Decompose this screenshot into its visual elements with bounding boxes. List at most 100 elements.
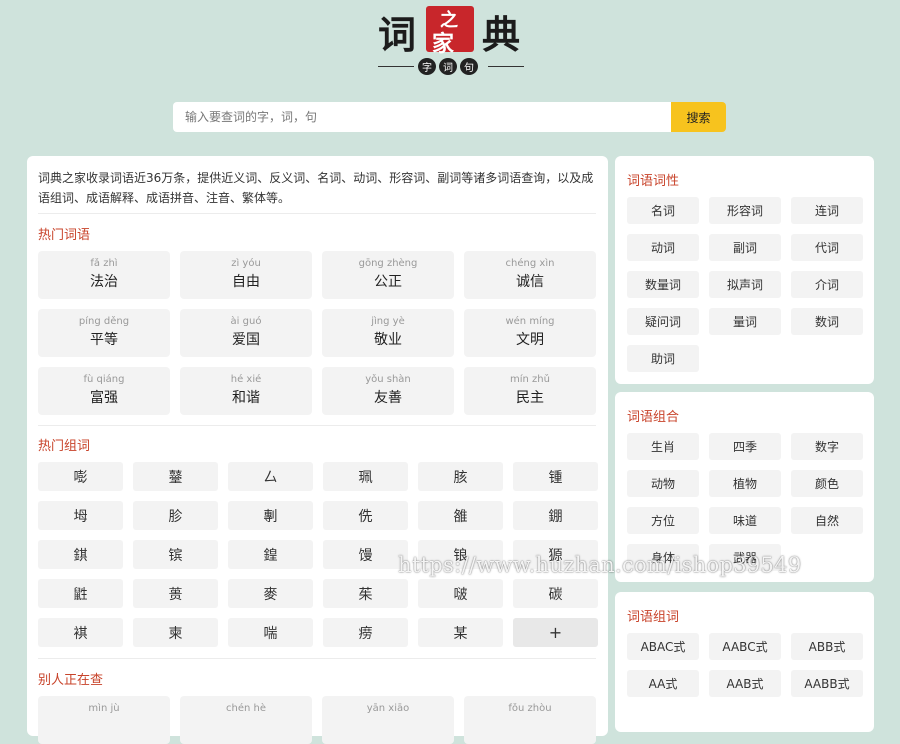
search-button[interactable]: 搜索 — [671, 102, 726, 132]
hot-char-item[interactable]: 侁 — [323, 501, 408, 530]
pattern-item[interactable]: AABC式 — [709, 633, 781, 660]
pos-item[interactable]: 副词 — [709, 234, 781, 261]
pattern-item[interactable]: AAB式 — [709, 670, 781, 697]
word-label: 爱国 — [232, 332, 260, 348]
hot-char-item[interactable]: 胲 — [418, 462, 503, 491]
hot-word-item[interactable]: zì yóu 自由 — [180, 251, 312, 299]
pinyin-label: fǒu zhòu — [508, 703, 552, 714]
combo-item[interactable]: 方位 — [627, 507, 699, 534]
hot-char-item[interactable]: 鼪 — [38, 579, 123, 608]
hot-word-item[interactable]: píng děng 平等 — [38, 309, 170, 357]
hot-word-item[interactable]: fù qiáng 富强 — [38, 367, 170, 415]
pinyin-label: fù qiáng — [83, 374, 125, 385]
word-label: 平等 — [90, 332, 118, 348]
hot-char-item[interactable]: 蒉 — [133, 579, 218, 608]
pos-item[interactable]: 数词 — [791, 308, 863, 335]
pos-item[interactable]: 拟声词 — [709, 271, 781, 298]
pos-item[interactable]: 数量词 — [627, 271, 699, 298]
pos-item[interactable]: 动词 — [627, 234, 699, 261]
hot-char-item[interactable]: 坶 — [38, 501, 123, 530]
combo-item[interactable]: 味道 — [709, 507, 781, 534]
combo-item[interactable]: 动物 — [627, 470, 699, 497]
logo-red-seal: 之 家 — [426, 6, 474, 57]
site-intro: 词典之家收录词语近36万条，提供近义词、反义词、名词、动词、形容词、副词等诸多词… — [38, 171, 594, 205]
hot-char-item[interactable]: 錤 — [38, 540, 123, 569]
logo-subtitle: 字 词 句 — [418, 58, 478, 75]
more-chars-button[interactable]: + — [513, 618, 598, 647]
combo-item[interactable]: 颜色 — [791, 470, 863, 497]
pattern-item[interactable]: AABB式 — [791, 670, 863, 697]
hot-char-item[interactable]: 茱 — [323, 579, 408, 608]
pos-item[interactable]: 疑问词 — [627, 308, 699, 335]
pos-item[interactable]: 助词 — [627, 345, 699, 372]
hot-word-item[interactable]: mín zhǔ 民主 — [464, 367, 596, 415]
divider — [38, 425, 596, 426]
pos-item[interactable]: 形容词 — [709, 197, 781, 224]
hot-char-item[interactable]: 厶 — [228, 462, 313, 491]
pos-item[interactable]: 介词 — [791, 271, 863, 298]
hot-char-item[interactable]: 馒 — [323, 540, 408, 569]
combo-item[interactable]: 植物 — [709, 470, 781, 497]
hot-char-item[interactable]: 雒 — [418, 501, 503, 530]
watermark-text: https://www.huzhan.com/ishop39549 — [398, 553, 802, 577]
hot-word-item[interactable]: gōng zhèng 公正 — [322, 251, 454, 299]
hot-char-item[interactable]: 镔 — [133, 540, 218, 569]
pos-item[interactable]: 量词 — [709, 308, 781, 335]
hot-char-item[interactable]: 褀 — [38, 618, 123, 647]
hot-char-item[interactable]: 嘭 — [38, 462, 123, 491]
hot-char-item[interactable]: 碳 — [513, 579, 598, 608]
site-logo[interactable]: 词 之 家 典 字 词 句 — [370, 4, 530, 78]
recent-word-item[interactable]: chén hè — [180, 696, 312, 744]
hot-char-item[interactable]: 柬 — [133, 618, 218, 647]
hot-word-item[interactable]: chéng xìn 诚信 — [464, 251, 596, 299]
hot-char-item[interactable]: 啵 — [418, 579, 503, 608]
logo-char-jia: 家 — [432, 32, 455, 57]
pos-item[interactable]: 名词 — [627, 197, 699, 224]
search-bar: 搜索 — [173, 102, 726, 132]
hot-word-item[interactable]: jìng yè 敬业 — [322, 309, 454, 357]
pos-item[interactable]: 连词 — [791, 197, 863, 224]
hot-char-item[interactable]: 鍠 — [228, 540, 313, 569]
combo-title: 词语组合 — [627, 410, 680, 425]
search-input[interactable] — [173, 102, 671, 132]
recent-word-item[interactable]: mìn jù — [38, 696, 170, 744]
pattern-panel: 词语组词 ABAC式 AABC式 ABB式 AA式 AAB式 AABB式 — [615, 592, 874, 732]
hot-word-item[interactable]: fǎ zhì 法治 — [38, 251, 170, 299]
word-label: 敬业 — [374, 332, 402, 348]
logo-char-dian: 典 — [482, 12, 521, 57]
hot-word-item[interactable]: hé xié 和谐 — [180, 367, 312, 415]
hot-char-item[interactable]: 痨 — [323, 618, 408, 647]
pinyin-label: chén hè — [226, 703, 266, 714]
pinyin-label: hé xié — [230, 374, 262, 385]
hot-char-item[interactable]: 某 — [418, 618, 503, 647]
word-label: 和谐 — [232, 390, 260, 406]
hot-char-item[interactable]: 鼞 — [133, 462, 218, 491]
pos-item[interactable]: 代词 — [791, 234, 863, 261]
pinyin-label: mìn jù — [88, 703, 120, 714]
hot-char-item[interactable]: 喘 — [228, 618, 313, 647]
pattern-item[interactable]: AA式 — [627, 670, 699, 697]
hot-word-item[interactable]: yǒu shàn 友善 — [322, 367, 454, 415]
pattern-item[interactable]: ABB式 — [791, 633, 863, 660]
recent-word-item[interactable]: fǒu zhòu — [464, 696, 596, 744]
hot-word-item[interactable]: ài guó 爱国 — [180, 309, 312, 357]
pos-title: 词语词性 — [627, 174, 680, 189]
hot-char-item[interactable]: 胗 — [133, 501, 218, 530]
hot-char-item[interactable]: 錋 — [513, 501, 598, 530]
hot-char-item[interactable]: 锺 — [513, 462, 598, 491]
word-label: 公正 — [374, 274, 402, 290]
combo-item[interactable]: 自然 — [791, 507, 863, 534]
pinyin-label: píng děng — [78, 316, 130, 327]
hot-word-item[interactable]: wén míng 文明 — [464, 309, 596, 357]
hot-char-item[interactable]: 剸 — [228, 501, 313, 530]
combo-item[interactable]: 生肖 — [627, 433, 699, 460]
pattern-title: 词语组词 — [627, 610, 680, 625]
hot-char-item[interactable]: 麥 — [228, 579, 313, 608]
word-label: 民主 — [516, 390, 544, 406]
combo-item[interactable]: 数字 — [791, 433, 863, 460]
recent-word-item[interactable]: yān xiāo — [322, 696, 454, 744]
combo-item[interactable]: 四季 — [709, 433, 781, 460]
pattern-item[interactable]: ABAC式 — [627, 633, 699, 660]
combo-grid: 生肖 四季 数字 动物 植物 颜色 方位 味道 自然 身体 武器 — [627, 433, 863, 571]
hot-char-item[interactable]: 珮 — [323, 462, 408, 491]
